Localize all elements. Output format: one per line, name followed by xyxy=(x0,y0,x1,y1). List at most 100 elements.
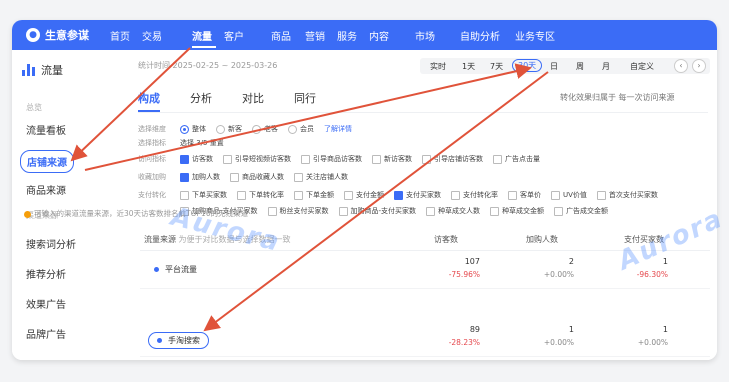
checkbox-order-rate[interactable]: 下单转化率 xyxy=(237,190,284,200)
sidebar-item-search-words[interactable]: 搜索词分析 xyxy=(26,236,76,251)
sidebar-item-effect-ads[interactable]: 效果广告 xyxy=(26,296,66,311)
nav-home[interactable]: 首页 xyxy=(110,28,130,43)
checkbox-add-cart[interactable]: 加购人数 xyxy=(180,172,220,182)
col-add-cart[interactable]: 加购人数 xyxy=(526,234,558,245)
top-nav: ● 生意参谋 首页 交易 流量 客户 商品 营销 服务 内容 市场 自助分析 业… xyxy=(12,20,717,50)
tab-analysis[interactable]: 分析 xyxy=(190,90,212,112)
checkbox-order-buyers[interactable]: 下单买家数 xyxy=(180,190,227,200)
range-month[interactable]: 月 xyxy=(602,61,610,72)
checkbox-avg-price[interactable]: 客单价 xyxy=(508,190,541,200)
nav-self-analysis[interactable]: 自助分析 xyxy=(460,28,500,43)
tab-peers[interactable]: 同行 xyxy=(294,90,316,112)
sidebar-header: 流量 xyxy=(22,62,63,78)
checkbox-cart-pay-2[interactable]: 加购商品-支付买家数 xyxy=(338,206,417,216)
radio-member[interactable]: 会员 xyxy=(288,124,314,134)
checkbox-seed-buyers[interactable]: 种草成交人数 xyxy=(426,206,480,216)
checkbox-fan-pay[interactable]: 粉丝支付买家数 xyxy=(267,206,329,216)
nav-customer[interactable]: 客户 xyxy=(224,28,244,43)
sidebar: 流量 总览 流量看板 店铺来源 商品来源 渠道来源 搜索词分析 推荐分析 效果广… xyxy=(12,50,121,360)
checkbox-icon xyxy=(180,172,189,182)
range-day[interactable]: 日 xyxy=(550,61,558,72)
tab-composition[interactable]: 构成 xyxy=(138,90,160,112)
checkbox-follow-store[interactable]: 关注店铺人数 xyxy=(294,172,348,182)
nav-market[interactable]: 市场 xyxy=(415,28,435,43)
checkbox-visitors[interactable]: 访客数 xyxy=(180,154,213,164)
checkbox-product-visitors[interactable]: 引导商品访客数 xyxy=(301,154,362,164)
filter-visit-metrics: 访问指标 访客数 引导短视频访客数 引导商品访客数 新访客数 引导店铺访客数 广… xyxy=(138,154,550,164)
checkbox-pay-amount[interactable]: 支付金额 xyxy=(344,190,384,200)
checkbox-ad-amount[interactable]: 广告成交金额 xyxy=(554,206,608,216)
sidebar-item-product-source[interactable]: 商品来源 xyxy=(26,182,66,197)
range-week[interactable]: 周 xyxy=(576,61,584,72)
checkbox-icon xyxy=(237,190,246,200)
option-label: 新访客数 xyxy=(384,155,412,163)
checkbox-pay-buyers[interactable]: 支付买家数 xyxy=(394,190,441,200)
checkbox-icon xyxy=(223,154,232,164)
sidebar-item-store-source[interactable]: 店铺来源 xyxy=(20,150,74,173)
nav-trade[interactable]: 交易 xyxy=(142,28,162,43)
nav-content[interactable]: 内容 xyxy=(369,28,389,43)
col-visitors[interactable]: 访客数 xyxy=(434,234,458,245)
checkbox-icon xyxy=(372,154,381,164)
tab-compare[interactable]: 对比 xyxy=(242,90,264,112)
filter-favorites: 收藏加购 加购人数 商品收藏人数 关注店铺人数 xyxy=(138,172,358,182)
source-platform[interactable]: 平台流量 xyxy=(154,264,197,275)
checkbox-icon xyxy=(554,206,564,216)
radio-new[interactable]: 新客 xyxy=(216,124,242,134)
checkbox-favorites[interactable]: 商品收藏人数 xyxy=(230,172,284,182)
info-icon xyxy=(24,210,31,218)
filter-metric-count: 选择指标 选择 3/5 重置 xyxy=(138,138,224,148)
sidebar-item-traffic-board[interactable]: 流量看板 xyxy=(26,122,66,137)
sidebar-title: 流量 xyxy=(41,64,63,77)
next-chevron-icon[interactable]: › xyxy=(692,59,706,73)
checkbox-video-visitors[interactable]: 引导短视频访客数 xyxy=(223,154,291,164)
prev-chevron-icon[interactable]: ‹ xyxy=(674,59,688,73)
range-1d[interactable]: 1天 xyxy=(462,61,475,72)
checkbox-icon xyxy=(422,154,431,164)
checkbox-icon xyxy=(508,190,517,200)
sidebar-item-brand-ads[interactable]: 品牌广告 xyxy=(26,326,66,341)
option-label: 访客数 xyxy=(192,155,213,163)
option-label: 首次支付买家数 xyxy=(608,191,658,199)
checkbox-pay-rate[interactable]: 支付转化率 xyxy=(451,190,498,200)
learn-more-link[interactable]: 了解详情 xyxy=(324,124,352,134)
checkbox-ad-clicks[interactable]: 广告点击量 xyxy=(493,154,540,164)
radio-old[interactable]: 老客 xyxy=(252,124,278,134)
app-window: ● 生意参谋 首页 交易 流量 客户 商品 营销 服务 内容 市场 自助分析 业… xyxy=(12,20,717,360)
radio-icon xyxy=(180,124,189,134)
logo-icon: ● xyxy=(26,28,40,42)
checkbox-new-visitors[interactable]: 新访客数 xyxy=(372,154,412,164)
range-7d[interactable]: 7天 xyxy=(490,61,503,72)
checkbox-order-amount[interactable]: 下单金额 xyxy=(294,190,334,200)
tab-bar: 构成 分析 对比 同行 xyxy=(138,90,316,112)
nav-service[interactable]: 服务 xyxy=(337,28,357,43)
option-label: 加购商品-支付买家数 xyxy=(350,207,417,215)
filter-label: 收藏加购 xyxy=(138,173,166,181)
range-custom[interactable]: 自定义 xyxy=(630,61,654,72)
range-realtime[interactable]: 实时 xyxy=(430,61,446,72)
sidebar-item-recommend[interactable]: 推荐分析 xyxy=(26,266,66,281)
brand[interactable]: ● 生意参谋 xyxy=(26,27,89,43)
checkbox-seed-amount[interactable]: 种草成交金额 xyxy=(490,206,544,216)
checkbox-store-visitors[interactable]: 引导店铺访客数 xyxy=(422,154,483,164)
checkbox-icon xyxy=(493,154,502,164)
checkbox-first-pay[interactable]: 首次支付买家数 xyxy=(596,190,658,200)
radio-icon xyxy=(252,124,261,134)
metric-count-text[interactable]: 选择 3/5 重置 xyxy=(180,138,224,148)
checkbox-icon xyxy=(294,172,303,182)
col-source-label: 流量来源 xyxy=(144,235,176,244)
option-label: 下单金额 xyxy=(306,191,334,199)
attribution-setting[interactable]: 转化效果归属于 每一次访问来源 xyxy=(560,92,675,103)
checkbox-uv-value[interactable]: UV价值 xyxy=(551,190,587,200)
nav-traffic[interactable]: 流量 xyxy=(192,28,212,43)
nav-business-zone[interactable]: 业务专区 xyxy=(515,28,555,43)
radio-all[interactable]: 整体 xyxy=(180,124,206,134)
nav-product[interactable]: 商品 xyxy=(271,28,291,43)
nav-marketing[interactable]: 营销 xyxy=(305,28,325,43)
option-label: 新客 xyxy=(228,125,242,133)
range-30d[interactable]: 30天 xyxy=(512,59,543,72)
main-panel: 统计时间 2025-02-25 ~ 2025-03-26 实时 1天 7天 30… xyxy=(120,50,717,360)
option-label: 支付转化率 xyxy=(463,191,498,199)
table-row[interactable]: 手淘搜索 89 -28.23% 1 +0.00% 1 +0.00% xyxy=(140,320,710,357)
source-taobao-search[interactable]: 手淘搜索 xyxy=(148,332,209,349)
